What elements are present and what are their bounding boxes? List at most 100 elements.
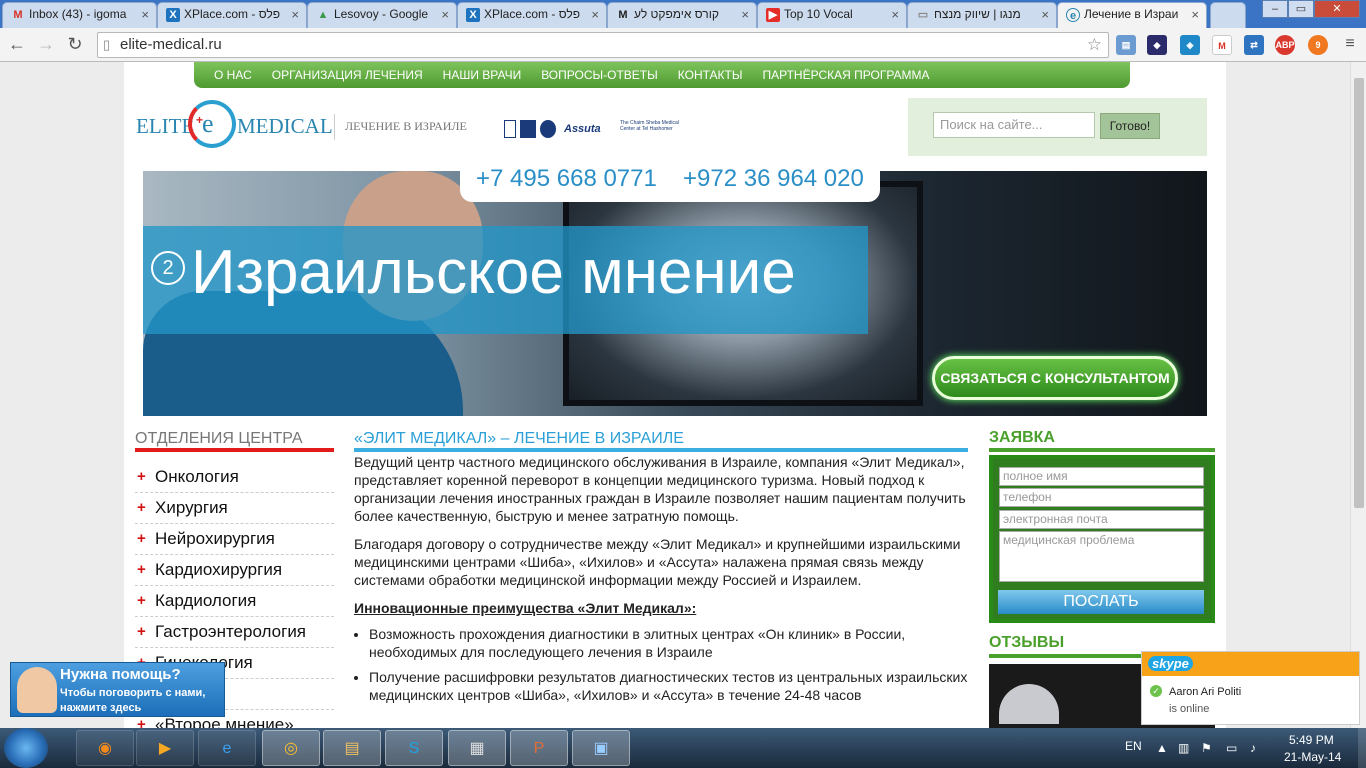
bookmark-star-icon[interactable]: ☆	[1087, 33, 1102, 57]
chrome-icon[interactable]: ◎	[262, 730, 320, 766]
close-window-icon[interactable]: ✕	[1314, 0, 1360, 18]
gmail-extension-icon[interactable]: M	[1212, 35, 1232, 55]
show-hidden-icons[interactable]: ▲	[1156, 728, 1168, 768]
search-input[interactable]: Поиск на сайте...	[933, 112, 1095, 138]
notification-extension-icon[interactable]: 9	[1308, 35, 1328, 55]
partner-logo-1	[504, 120, 516, 138]
adblock-icon[interactable]: ABP	[1275, 35, 1295, 55]
tab-0[interactable]: M Inbox (43) - igoma ×	[2, 2, 157, 28]
dept-oncology[interactable]: Онкология	[135, 462, 334, 493]
start-button[interactable]	[4, 728, 48, 768]
clock-date[interactable]: 21-May-14	[1284, 750, 1341, 766]
skype-icon[interactable]: S	[385, 730, 443, 766]
nav-doctors[interactable]: НАШИ ВРАЧИ	[443, 62, 522, 88]
back-icon[interactable]: ←	[5, 33, 29, 57]
internet-explorer-icon[interactable]: e	[198, 730, 256, 766]
nav-about[interactable]: О НАС	[214, 62, 252, 88]
page-scrollbar[interactable]	[1350, 62, 1366, 728]
main-content: Ведущий центр частного медицинского обсл…	[354, 453, 968, 711]
contact-consultant-button[interactable]: СВЯЗАТЬСЯ С КОНСУЛЬТАНТОМ	[932, 356, 1178, 400]
problem-textarea[interactable]: медицинская проблема	[999, 531, 1204, 582]
sync-extension-icon[interactable]: ⇄	[1244, 35, 1264, 55]
tab-6[interactable]: ▭ מנגו | שיווק מנצח ×	[907, 2, 1057, 28]
firefox-icon[interactable]: ◉	[76, 730, 134, 766]
tab-close-icon[interactable]: ×	[591, 3, 599, 26]
phone-numbers: +7 495 668 0771 +972 36 964 020	[460, 156, 880, 202]
volume-icon[interactable]: ♪	[1250, 728, 1256, 768]
calculator-icon[interactable]: ▦	[448, 730, 506, 766]
explorer-folder-icon[interactable]: ▤	[323, 730, 381, 766]
contact-status: is online	[1169, 703, 1210, 715]
screen-capture-icon[interactable]: ▣	[572, 730, 630, 766]
tab-close-icon[interactable]: ×	[891, 3, 899, 26]
show-desktop-button[interactable]	[1358, 728, 1366, 768]
dept-cardiosurgery[interactable]: Кардиохирургия	[135, 555, 334, 586]
new-tab-button[interactable]	[1210, 2, 1246, 28]
send-button[interactable]: ПОСЛАТЬ	[998, 590, 1204, 614]
dept-cardiology[interactable]: Кардиология	[135, 586, 334, 617]
display-icon[interactable]: ▭	[1226, 728, 1237, 768]
hero-title: Израильское мнение	[191, 238, 796, 307]
nav-contacts[interactable]: КОНТАКТЫ	[678, 62, 743, 88]
logo-tagline: ЛЕЧЕНИЕ В ИЗРАИЛЕ	[345, 119, 467, 133]
name-field[interactable]: полное имя	[999, 467, 1204, 486]
xplace-icon: X	[466, 8, 480, 22]
tab-4[interactable]: M קורס אימפקט לע ×	[607, 2, 757, 28]
tab-3[interactable]: X XPlace.com - פלס ×	[457, 2, 607, 28]
folder-extension-icon[interactable]: ▤	[1116, 35, 1136, 55]
tab-close-icon[interactable]: ×	[291, 3, 299, 26]
main-heading-rule	[354, 448, 968, 452]
app-extension-icon[interactable]: ◈	[1180, 35, 1200, 55]
search-button[interactable]: Готово!	[1100, 113, 1160, 139]
tab-5[interactable]: ▶ Top 10 Vocal ×	[757, 2, 907, 28]
tab-close-icon[interactable]: ×	[441, 3, 449, 26]
media-player-icon[interactable]: ▶	[136, 730, 194, 766]
tab-close-icon[interactable]: ×	[741, 3, 749, 26]
tab-close-icon[interactable]: ×	[1191, 3, 1199, 26]
m-site-icon: M	[618, 9, 628, 21]
tab-2[interactable]: ▲ Lesovoy - Google ×	[307, 2, 457, 28]
menu-icon[interactable]: ≡	[1338, 33, 1362, 57]
email-field[interactable]: электронная почта	[999, 510, 1204, 529]
address-bar[interactable]: ▯ elite-medical.ru ☆	[97, 32, 1109, 58]
top-navigation: О НАС ОРГАНИЗАЦИЯ ЛЕЧЕНИЯ НАШИ ВРАЧИ ВОПРОС…	[194, 62, 1130, 88]
dept-gastroenterology[interactable]: Гастроэнтерология	[135, 617, 334, 648]
skype-notification[interactable]: skype ✓ Aaron Ari Politi is online	[1141, 651, 1360, 725]
forward-icon[interactable]: →	[34, 33, 58, 57]
tab-close-icon[interactable]: ×	[1041, 3, 1049, 26]
dept-neurosurgery[interactable]: Нейрохирургия	[135, 524, 334, 555]
advantages-list: Возможность прохождения диагностики в эл…	[354, 625, 968, 704]
partner-logos: Assuta The Chaim Sheba Medical Center at…	[504, 120, 688, 138]
advantages-heading: Инновационные преимущества «Элит Медикал…	[354, 600, 697, 616]
nav-partners[interactable]: ПАРТНЁРСКАЯ ПРОГРАММА	[763, 62, 930, 88]
network-icon[interactable]: ▥	[1178, 728, 1189, 768]
tab-close-icon[interactable]: ×	[141, 3, 149, 26]
logo-emblem-icon: + e	[188, 100, 236, 148]
tab-7-active[interactable]: e Лечение в Израи ×	[1057, 2, 1207, 28]
reload-icon[interactable]: ↻	[63, 33, 87, 57]
scrollbar-thumb[interactable]	[1354, 78, 1364, 508]
help-title: Нужна помощь?	[60, 666, 181, 683]
hero-banner: 2 Израильское мнение СВЯЗАТЬСЯ С КОНСУЛЬ…	[143, 171, 1207, 416]
nav-treatment[interactable]: ОРГАНИЗАЦИЯ ЛЕЧЕНИЯ	[272, 62, 423, 88]
dept-surgery[interactable]: Хирургия	[135, 493, 334, 524]
logo-divider	[334, 114, 335, 140]
phone-israel[interactable]: +972 36 964 020	[683, 156, 864, 202]
action-center-icon[interactable]: ⚑	[1201, 728, 1212, 768]
nav-faq[interactable]: ВОПРОСЫ-ОТВЕТЫ	[541, 62, 658, 88]
phone-russia[interactable]: +7 495 668 0771	[476, 156, 657, 202]
tab-strip: M Inbox (43) - igoma × X XPlace.com - פלס × …	[0, 0, 1366, 28]
partner-logo-2	[520, 120, 536, 138]
powerpoint-icon[interactable]: P	[510, 730, 568, 766]
video-thumbnail-image	[999, 684, 1059, 724]
maximize-icon[interactable]: ▭	[1288, 0, 1314, 18]
contact-name: Aaron Ari Politi	[1169, 686, 1242, 698]
clock-time[interactable]: 5:49 PM	[1289, 733, 1334, 749]
bat-extension-icon[interactable]: ◆	[1147, 35, 1167, 55]
help-chat-widget[interactable]: Нужна помощь? Чтобы поговорить с нами, н…	[10, 662, 225, 717]
minimize-icon[interactable]: ‒	[1262, 0, 1288, 18]
tab-1[interactable]: X XPlace.com - פלס ×	[157, 2, 307, 28]
page-container: О НАС ОРГАНИЗАЦИЯ ЛЕЧЕНИЯ НАШИ ВРАЧИ ВОПРОС…	[124, 62, 1226, 728]
language-indicator[interactable]: EN	[1125, 728, 1142, 768]
phone-field[interactable]: телефон	[999, 488, 1204, 507]
